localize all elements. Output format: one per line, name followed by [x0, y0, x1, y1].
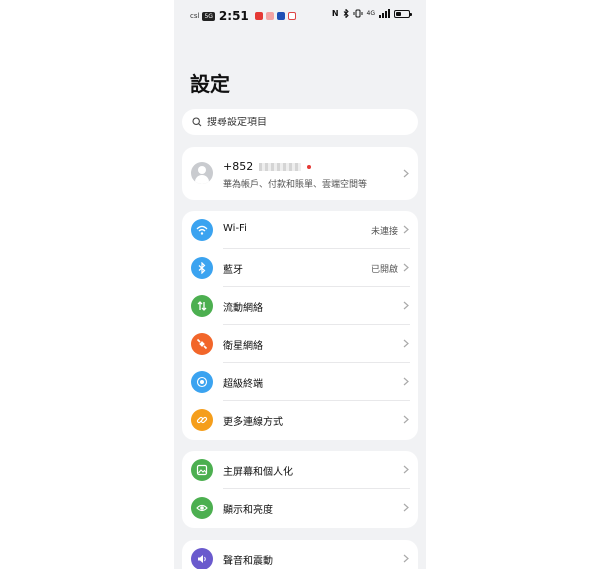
- notification-app-icon: [276, 12, 285, 20]
- row-label: 主屏幕和個人化: [223, 467, 293, 478]
- settings-row-home-screen[interactable]: 主屏幕和個人化: [182, 451, 418, 489]
- carrier-label: csl: [190, 12, 200, 20]
- settings-row-display-brightness[interactable]: 顯示和亮度: [182, 489, 418, 527]
- link-icon: [191, 409, 213, 431]
- clock: 2:51: [218, 9, 249, 23]
- sound-card: 聲音和震動: [182, 540, 418, 569]
- settings-row-bluetooth[interactable]: 藍牙 已開啟: [182, 249, 418, 287]
- search-input[interactable]: [207, 116, 407, 128]
- chevron-right-icon: [403, 377, 409, 386]
- nfc-icon: N: [331, 9, 339, 18]
- chevron-right-icon: [403, 465, 409, 474]
- row-label: 流動網絡: [223, 303, 263, 314]
- vibrate-icon: [353, 9, 363, 18]
- row-label: 聲音和震動: [223, 556, 273, 567]
- account-number: +852: [223, 160, 312, 173]
- network-badge: 5G: [202, 11, 215, 21]
- signal-icon: [379, 9, 390, 18]
- row-value: 未連接: [370, 227, 398, 237]
- account-subtitle: 華為帳戶、付款和賬單、雲端空間等: [223, 180, 368, 190]
- chevron-right-icon: [403, 301, 409, 310]
- battery-icon: [394, 9, 412, 18]
- row-label: 超級終端: [223, 379, 263, 390]
- wifi-icon: [191, 219, 213, 241]
- search-bar[interactable]: [182, 109, 418, 135]
- bluetooth-icon: [343, 9, 349, 18]
- notification-app-icon: [265, 12, 274, 20]
- row-label: 衛星網絡: [223, 341, 263, 352]
- satellite-icon: [191, 333, 213, 355]
- account-number-prefix: +852: [223, 160, 254, 173]
- chevron-right-icon: [403, 263, 409, 272]
- settings-row-super-device[interactable]: 超級終端: [182, 363, 418, 401]
- settings-row-more-connections[interactable]: 更多連線方式: [182, 401, 418, 439]
- speaker-icon: [191, 548, 213, 569]
- settings-screen: csl 5G 2:51 N 4G 設定 +852: [174, 0, 426, 569]
- row-label: 藍牙: [223, 265, 243, 276]
- settings-row-satellite[interactable]: 衛星網絡: [182, 325, 418, 363]
- settings-row-sound-vibration[interactable]: 聲音和震動: [182, 540, 418, 569]
- settings-row-wifi[interactable]: Wi-Fi 未連接: [182, 211, 418, 249]
- wallpaper-icon: [191, 459, 213, 481]
- row-value: 已開啟: [370, 265, 398, 275]
- chevron-right-icon: [403, 225, 409, 234]
- gmail-icon: [287, 12, 296, 20]
- row-label: Wi-Fi: [223, 223, 247, 234]
- search-icon: [192, 117, 202, 127]
- account-card[interactable]: +852 華為帳戶、付款和賬單、雲端空間等: [182, 147, 418, 200]
- bluetooth-icon: [191, 257, 213, 279]
- chevron-right-icon: [403, 339, 409, 348]
- notification-app-icon: [254, 12, 263, 20]
- avatar: [191, 162, 213, 184]
- mobile-data-icon: [191, 295, 213, 317]
- chevron-right-icon: [403, 169, 409, 178]
- row-label: 顯示和亮度: [223, 505, 273, 516]
- status-bar: csl 5G 2:51 N 4G: [174, 0, 426, 32]
- display-card: 主屏幕和個人化 顯示和亮度: [182, 451, 418, 528]
- eye-icon: [191, 497, 213, 519]
- signal-label: 4G: [366, 10, 375, 17]
- chevron-right-icon: [403, 554, 409, 563]
- super-device-icon: [191, 371, 213, 393]
- page-title: 設定: [190, 72, 230, 96]
- notification-dot: [307, 164, 312, 169]
- chevron-right-icon: [403, 503, 409, 512]
- row-label: 更多連線方式: [223, 417, 283, 428]
- connectivity-card: Wi-Fi 未連接 藍牙 已開啟 流動網絡 衛星網絡 超級終端 更多連線方式: [182, 211, 418, 440]
- masked-number: [259, 162, 302, 171]
- settings-row-mobile-data[interactable]: 流動網絡: [182, 287, 418, 325]
- chevron-right-icon: [403, 415, 409, 424]
